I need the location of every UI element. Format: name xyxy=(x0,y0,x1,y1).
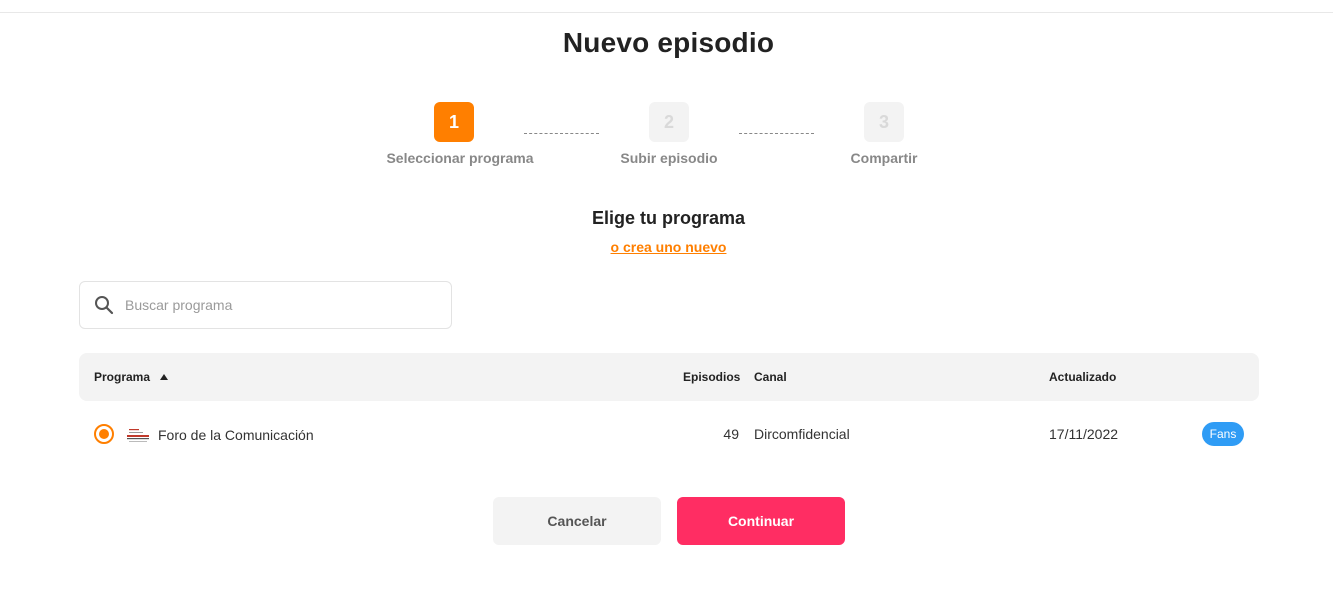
updated-date: 17/11/2022 xyxy=(1049,426,1119,442)
program-radio[interactable] xyxy=(94,424,114,444)
step-3-number: 3 xyxy=(864,102,904,142)
table-header: Programa Episodios Canal Actualizado xyxy=(79,353,1259,401)
table-row[interactable]: Foro de la Comunicación 49 Dircomfidenci… xyxy=(79,410,1259,458)
search-icon xyxy=(95,296,114,315)
fans-badge: Fans xyxy=(1202,422,1244,446)
step-connector xyxy=(739,133,814,134)
section-heading: Elige tu programa xyxy=(591,208,746,228)
column-header-actualizado[interactable]: Actualizado xyxy=(1049,370,1116,384)
search-box xyxy=(79,281,452,329)
step-1-number: 1 xyxy=(434,102,474,142)
program-name: Foro de la Comunicación xyxy=(158,427,314,443)
column-header-canal[interactable]: Canal xyxy=(754,370,787,384)
step-2-label: Subir episodio xyxy=(620,150,718,166)
continue-button[interactable]: Continuar xyxy=(677,497,845,545)
column-header-programa[interactable]: Programa xyxy=(94,370,150,384)
program-thumbnail xyxy=(127,426,149,444)
sort-up-icon[interactable] xyxy=(160,374,168,380)
top-divider xyxy=(0,12,1333,13)
create-program-link[interactable]: o crea uno nuevo xyxy=(0,239,1333,255)
step-3-label: Compartir xyxy=(850,150,918,166)
channel-name: Dircomfidencial xyxy=(754,426,850,442)
column-header-episodios[interactable]: Episodios xyxy=(683,370,740,384)
step-2-number: 2 xyxy=(649,102,689,142)
step-1-label: Seleccionar programa xyxy=(386,150,534,166)
page-title: Nuevo episodio xyxy=(562,27,775,58)
search-input[interactable] xyxy=(125,282,445,328)
step-connector xyxy=(524,133,599,134)
episode-count: 49 xyxy=(723,426,739,442)
cancel-button[interactable]: Cancelar xyxy=(493,497,661,545)
